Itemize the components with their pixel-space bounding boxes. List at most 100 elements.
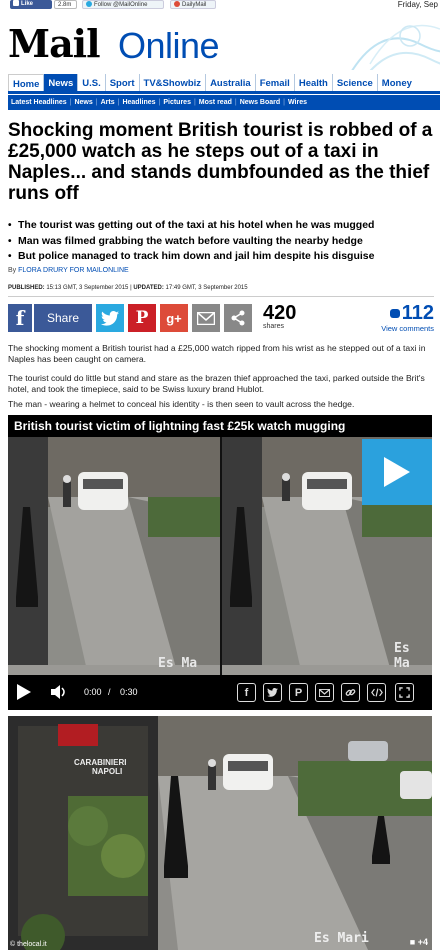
- nav-sport[interactable]: Sport: [104, 74, 139, 91]
- photo-gallery-button[interactable]: ■ +4: [410, 937, 428, 947]
- video-watermark-right: Es Ma: [394, 641, 410, 671]
- masthead-decoration: [351, 24, 440, 70]
- twitter-icon: [86, 1, 92, 7]
- carabinieri-sign: CARABINIERI NAPOLI: [74, 758, 126, 776]
- nav-science[interactable]: Science: [331, 74, 377, 91]
- share-bar: f Share P g+ 420 shares 112 View comment…: [8, 302, 434, 334]
- updated-date: 17:49 GMT, 3 September 2015: [165, 285, 248, 291]
- duration: 0:30: [120, 687, 138, 697]
- masthead: Mail Online: [0, 10, 440, 70]
- sub-nav: Latest Headlines | News | Arts | Headlines |…: [8, 95, 440, 110]
- published-date: 15:13 GMT, 3 September 2015: [46, 285, 129, 291]
- article-paragraph: The shocking moment a British tourist ha…: [8, 343, 426, 364]
- carabinieri-sign-line1: CARABINIERI: [74, 758, 127, 767]
- author-link[interactable]: FLORA DRURY FOR MAILONLINE: [18, 267, 129, 274]
- email-share-button[interactable]: [192, 304, 220, 332]
- view-comments-label: View comments: [381, 324, 434, 333]
- twitter-share-button[interactable]: [96, 304, 124, 332]
- facebook-icon: [13, 0, 19, 6]
- facebook-like-label: Like: [21, 1, 34, 7]
- subnav-wires[interactable]: Wires: [288, 95, 307, 110]
- nav-news[interactable]: News: [43, 74, 78, 91]
- fullscreen-button[interactable]: [395, 683, 414, 702]
- pinterest-video-share[interactable]: P: [289, 683, 308, 702]
- link-video-share[interactable]: [341, 683, 360, 702]
- nav-us[interactable]: U.S.: [77, 74, 104, 91]
- cctv-image: [8, 716, 432, 950]
- google-plus-share-button[interactable]: g+: [160, 304, 188, 332]
- facebook-like-button[interactable]: Like: [10, 0, 52, 9]
- fullscreen-icon: [399, 687, 410, 698]
- twitter-bird-icon: [101, 310, 119, 326]
- share-icon: [231, 310, 245, 326]
- photo-watermark: Es Mari: [314, 931, 369, 946]
- like-count: 2.8m: [54, 0, 77, 9]
- nav-femail[interactable]: Femail: [254, 74, 294, 91]
- facebook-share-button[interactable]: Share: [34, 304, 92, 332]
- article-paragraph: The man - wearing a helmet to conceal hi…: [8, 399, 355, 409]
- subnav-latest-headlines[interactable]: Latest Headlines: [11, 95, 67, 110]
- article-bullets: The tourist was getting out of the taxi …: [6, 218, 436, 265]
- more-share-button[interactable]: [224, 304, 252, 332]
- embed-video-button[interactable]: [367, 683, 386, 702]
- video-player[interactable]: British tourist victim of lightning fast…: [8, 415, 432, 710]
- twitter-follow-button[interactable]: Follow @MailOnline: [82, 0, 164, 9]
- carabinieri-sign-line2: NAPOLI: [92, 767, 123, 776]
- photo-credit: © thelocal.it: [10, 941, 47, 948]
- time-separator: /: [108, 687, 111, 697]
- facebook-video-share[interactable]: f: [237, 683, 256, 702]
- main-nav: Home News U.S. Sport TV&Showbiz Australi…: [8, 74, 440, 94]
- link-icon: [345, 689, 356, 696]
- subnav-headlines[interactable]: Headlines: [122, 95, 155, 110]
- subnav-news[interactable]: News: [74, 95, 92, 110]
- nav-australia[interactable]: Australia: [205, 74, 255, 91]
- google-plus-icon: [174, 1, 180, 7]
- bullet-item: But police managed to track him down and…: [6, 249, 436, 265]
- play-button[interactable]: [16, 683, 32, 701]
- twitter-follow-label: Follow @MailOnline: [94, 2, 148, 8]
- video-controls: 0:00 / 0:30 f P: [8, 675, 432, 710]
- nav-money[interactable]: Money: [376, 74, 416, 91]
- article-headline: Shocking moment British tourist is robbe…: [8, 120, 433, 204]
- social-strip: Like 2.8m Follow @MailOnline DailyMail F…: [0, 0, 440, 10]
- photo-count: +4: [417, 937, 428, 947]
- video-watermark-left: Es Ma: [158, 656, 198, 671]
- subnav-most-read[interactable]: Most read: [199, 95, 232, 110]
- email-video-share[interactable]: [315, 683, 334, 702]
- play-icon: [384, 457, 410, 487]
- nav-health[interactable]: Health: [293, 74, 332, 91]
- comment-count: 112: [401, 302, 434, 324]
- volume-icon[interactable]: [50, 683, 68, 701]
- nav-home[interactable]: Home: [8, 74, 44, 91]
- subnav-news-board[interactable]: News Board: [240, 95, 280, 110]
- date: Friday, Sep: [397, 0, 438, 9]
- video-frame-left: Es Ma: [8, 437, 220, 675]
- subnav-pictures[interactable]: Pictures: [163, 95, 191, 110]
- video-title: British tourist victim of lightning fast…: [8, 415, 432, 437]
- embed-code-icon: [370, 688, 383, 697]
- article-photo[interactable]: Es Mari © thelocal.it ■ +4: [8, 716, 432, 950]
- share-count-label: shares: [263, 323, 285, 330]
- pinterest-share-button[interactable]: P: [128, 304, 156, 332]
- big-play-button[interactable]: [362, 439, 432, 505]
- mail-icon: [197, 311, 215, 325]
- bullet-item: Man was filmed grabbing the watch before…: [6, 234, 436, 250]
- byline-prefix: By: [8, 267, 17, 274]
- updated-label: UPDATED:: [133, 285, 164, 291]
- google-plus-button[interactable]: DailyMail: [170, 0, 216, 9]
- comment-bubble-icon: [389, 309, 400, 318]
- bullet-item: The tourist was getting out of the taxi …: [6, 218, 436, 234]
- subnav-arts[interactable]: Arts: [101, 95, 115, 110]
- twitter-bird-icon: [267, 688, 278, 697]
- logo-mail[interactable]: Mail: [8, 22, 101, 66]
- facebook-icon[interactable]: f: [8, 304, 32, 332]
- published-label: PUBLISHED:: [8, 285, 45, 291]
- nav-tv-showbiz[interactable]: TV&Showbiz: [138, 74, 206, 91]
- twitter-video-share[interactable]: [263, 683, 282, 702]
- divider: [8, 296, 434, 297]
- publish-info: PUBLISHED: 15:13 GMT, 3 September 2015 |…: [8, 285, 248, 291]
- google-plus-label: DailyMail: [182, 2, 207, 8]
- mail-icon: [319, 688, 330, 697]
- comments-link[interactable]: 112 View comments: [381, 302, 434, 333]
- logo-online[interactable]: Online: [118, 24, 220, 68]
